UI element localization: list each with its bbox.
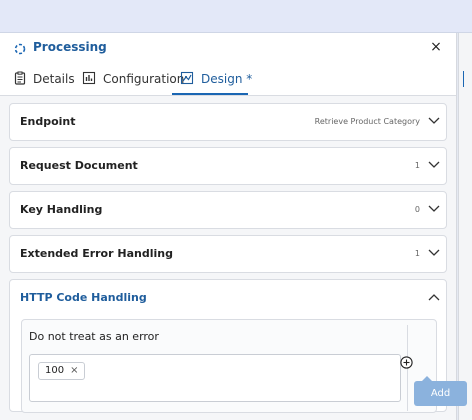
section-title: HTTP Code Handling — [20, 291, 147, 304]
tab-details-label: Details — [33, 72, 75, 86]
http-code-chip-label: 100 — [45, 365, 65, 376]
section-title: Key Handling — [20, 203, 103, 216]
tab-details[interactable]: Details — [13, 63, 75, 94]
section-extended-error-handling[interactable]: Extended Error Handling 1 — [9, 235, 447, 273]
chevron-down-icon — [428, 117, 440, 124]
section-request-document[interactable]: Request Document 1 — [9, 147, 447, 185]
section-http-code-handling[interactable]: HTTP Code Handling Do not treat as an er… — [9, 279, 447, 413]
section-value: 1 — [414, 249, 420, 258]
remove-chip-icon[interactable]: × — [70, 365, 78, 376]
section-endpoint[interactable]: Endpoint Retrieve Product Category — [9, 103, 447, 141]
chevron-down-icon — [428, 249, 440, 256]
http-code-rule: Do not treat as an error 100 × — [21, 319, 437, 413]
section-title: Request Document — [20, 159, 138, 172]
processing-icon — [14, 43, 26, 55]
section-value: Retrieve Product Category — [314, 117, 420, 126]
add-circle-icon[interactable] — [400, 356, 413, 369]
adjacent-panel-edge — [458, 33, 472, 420]
chevron-up-icon[interactable] — [428, 293, 440, 301]
section-value: 0 — [414, 205, 420, 214]
close-icon[interactable]: × — [428, 39, 444, 55]
bar-chart-icon — [82, 71, 96, 85]
section-title: Endpoint — [20, 115, 76, 128]
chevron-down-icon — [428, 161, 440, 168]
panel-header: Processing × — [0, 33, 456, 63]
rule-label: Do not treat as an error — [29, 330, 159, 343]
tab-configuration[interactable]: Configuration — [82, 63, 184, 94]
tab-bar: Details Configuration Design * — [0, 63, 456, 96]
tab-design-label: Design * — [201, 72, 253, 86]
adjacent-panel-tab-indicator — [463, 71, 464, 87]
tab-design[interactable]: Design * — [172, 63, 252, 95]
section-title: Extended Error Handling — [20, 247, 173, 260]
add-tooltip: Add — [414, 376, 467, 406]
http-code-input[interactable]: 100 × — [29, 354, 401, 402]
clipboard-icon — [14, 71, 26, 85]
design-flow-icon — [180, 71, 194, 85]
chevron-down-icon — [428, 205, 440, 212]
processing-panel: Processing × Details Configuration Desig… — [0, 33, 457, 420]
panel-title: Processing — [33, 40, 107, 54]
http-code-chip: 100 × — [38, 362, 86, 380]
design-content: Endpoint Retrieve Product Category Reque… — [0, 96, 456, 420]
section-value: 1 — [414, 161, 420, 170]
top-bar — [0, 0, 472, 33]
section-key-handling[interactable]: Key Handling 0 — [9, 191, 447, 229]
